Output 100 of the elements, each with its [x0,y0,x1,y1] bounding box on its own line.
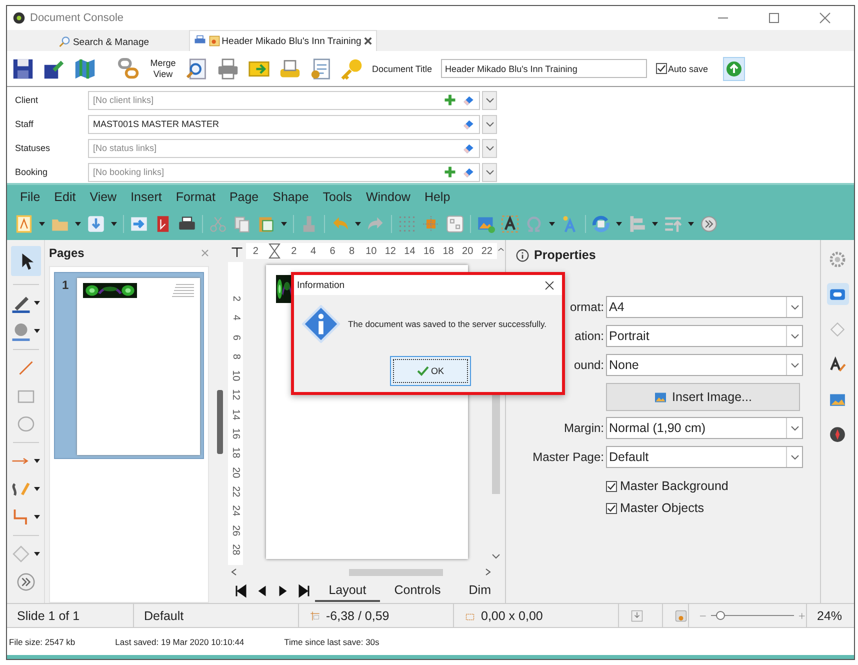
caret-icon[interactable] [34,515,40,519]
select-field[interactable]: Default [606,446,803,468]
text-box-icon[interactable] [501,215,519,233]
chevron-up-icon[interactable] [496,248,505,254]
add-icon[interactable] [444,94,456,106]
scroll-left-icon[interactable] [231,568,237,576]
more-icon[interactable] [16,572,36,592]
menu-item[interactable]: Help [417,190,458,204]
settings-icon[interactable] [829,250,846,268]
splitter-handle[interactable] [217,390,223,454]
checkbox[interactable] [606,480,617,492]
menu-item[interactable]: Tools [316,190,359,204]
zoom-in-icon[interactable] [798,612,806,620]
status-text: Default [134,604,299,627]
menu-item[interactable]: Window [358,190,418,204]
caret-icon[interactable] [549,222,555,226]
chevron-down-icon [790,304,798,310]
dropdown-button[interactable] [482,90,497,110]
caret-icon[interactable] [34,329,40,333]
menu-item[interactable]: Insert [124,190,169,204]
link-field[interactable]: [No client links] [88,90,480,110]
tab[interactable]: Header Mikado Blu's Inn Training [189,30,377,51]
caret-icon[interactable] [652,222,658,226]
scroll-right-icon[interactable] [485,568,491,576]
dropdown-button[interactable] [482,138,497,158]
last-page-icon[interactable] [298,584,310,598]
previous-page-icon[interactable] [256,584,268,598]
checkbox[interactable] [606,502,617,514]
caret-icon[interactable] [75,222,81,226]
menu-item[interactable]: Shape [266,190,316,204]
caret-icon[interactable] [616,222,622,226]
fax-icon[interactable] [279,58,301,80]
tab[interactable]: Dim [454,580,505,602]
panel-title: Pages [49,246,84,260]
chain-icon[interactable] [118,58,140,80]
menu-item[interactable]: File [13,190,48,204]
select-field[interactable]: None [606,354,803,376]
chevron-down-icon [486,146,494,150]
caret-icon[interactable] [355,222,361,226]
link-field[interactable]: MAST001S MASTER MASTER [88,114,480,134]
link-field[interactable]: [No booking links] [88,162,480,182]
dropdown-button[interactable] [482,162,497,182]
caret-icon[interactable] [281,222,287,226]
select-field[interactable]: A4 [606,296,803,318]
ok-button[interactable]: OK [390,356,471,386]
close-icon[interactable] [545,280,554,290]
info-icon [516,248,529,262]
link-field[interactable]: [No status links] [88,138,480,158]
field-label: Client [15,95,40,105]
insert-image-button[interactable]: Insert Image... [606,383,800,411]
navigator-icon[interactable] [829,426,846,442]
chevron-down-icon [790,426,798,430]
page-thumbnail[interactable]: 1 [54,272,204,459]
download-icon[interactable] [87,215,105,233]
menu-item[interactable]: Page [222,190,266,204]
select-field[interactable]: Normal (1,90 cm) [606,417,803,439]
upload-button[interactable] [723,56,746,80]
caret-icon[interactable] [34,459,40,463]
key-icon[interactable] [341,58,363,80]
zoom-value: 24% [816,608,844,624]
field-label: ormat: [568,300,605,314]
map-icon[interactable] [74,58,96,80]
select-field[interactable]: Portrait [606,325,803,347]
frame-icon[interactable] [446,215,464,233]
add-icon[interactable] [444,166,456,178]
document-icon[interactable] [310,58,332,80]
first-page-icon[interactable] [235,584,247,598]
status-text: Slide 1 of 1 [7,604,134,627]
next-page-icon[interactable] [277,584,289,598]
new-document-icon[interactable] [15,215,33,233]
checkbox[interactable] [656,63,668,74]
more-icon[interactable] [700,215,718,233]
status-text: -6,38 / 0,59 [326,608,390,622]
menu-item[interactable]: Edit [47,190,83,204]
eraser-icon[interactable] [462,166,475,178]
caret-icon[interactable] [688,222,694,226]
save-icon[interactable] [12,58,34,80]
clipboard-icon[interactable] [257,215,275,233]
preview-icon[interactable] [186,58,208,80]
rotate-icon[interactable] [592,215,610,233]
title-input[interactable]: Header Mikado Blu's Inn Training [441,59,648,78]
close-icon[interactable] [363,36,374,46]
field-label: Booking [15,167,49,177]
merge-view-label[interactable]: Merge View [149,58,177,80]
search-icon [58,36,71,48]
chevron-down-icon [790,454,798,460]
caret-icon[interactable] [34,552,40,556]
eraser-icon[interactable] [462,142,475,154]
caret-icon[interactable] [111,222,117,226]
caret-icon[interactable] [39,222,45,226]
styles-icon[interactable] [829,356,846,372]
tab[interactable]: Controls [380,580,455,602]
export-icon[interactable] [130,215,148,233]
dropdown-button[interactable] [482,114,497,134]
caret-icon[interactable] [34,301,40,305]
menu-item[interactable]: View [82,190,124,204]
eraser-icon[interactable] [462,94,475,106]
eraser-icon[interactable] [462,118,475,130]
caret-icon[interactable] [34,487,40,491]
menu-item[interactable]: Format [168,190,222,204]
